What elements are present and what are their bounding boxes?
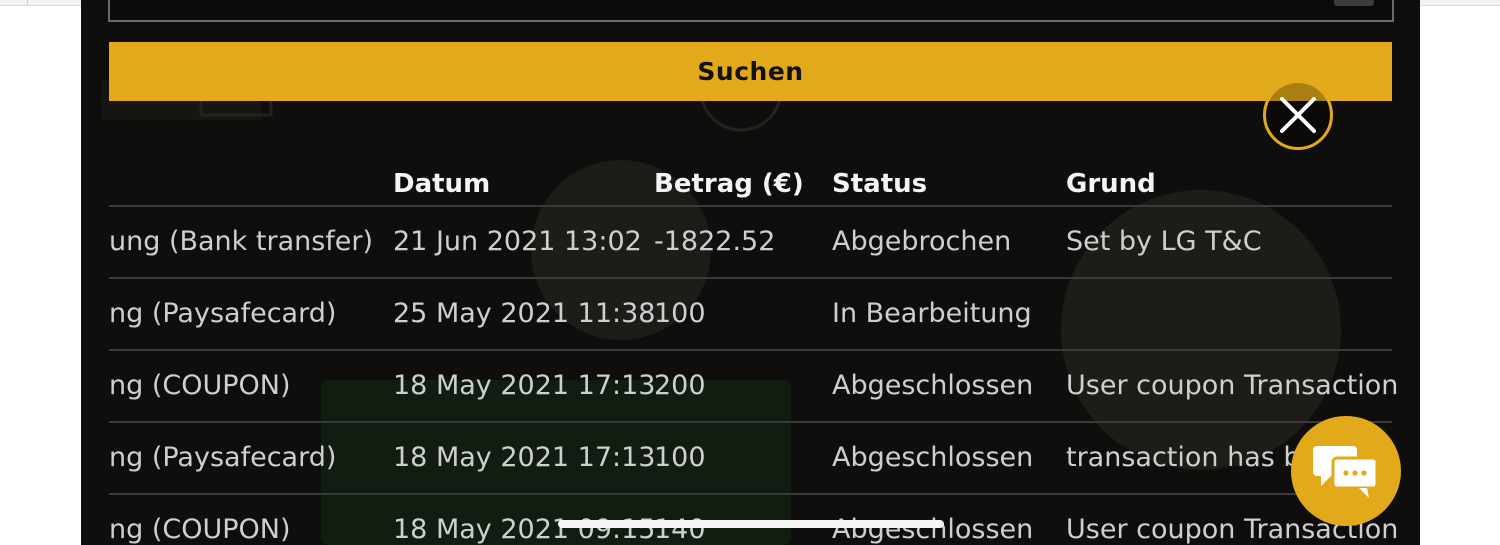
table-row[interactable]: ng (COUPON) 18 May 2021 17:13 200 Abgesc… bbox=[109, 351, 1398, 423]
cell-date: 18 May 2021 17:13 bbox=[393, 370, 656, 401]
cell-status: Abgeschlossen bbox=[832, 514, 1034, 545]
cell-date: 21 Jun 2021 13:02 bbox=[393, 226, 642, 257]
cell-status: Abgebrochen bbox=[832, 226, 1012, 257]
cell-amount: 100 bbox=[654, 298, 706, 329]
cell-date: 18 May 2021 17:13 bbox=[393, 442, 656, 473]
close-button[interactable] bbox=[1263, 80, 1333, 150]
cell-amount: 100 bbox=[654, 442, 706, 473]
cell-amount: 140 bbox=[654, 514, 706, 545]
cell-status: Abgeschlossen bbox=[832, 370, 1034, 401]
chat-icon bbox=[1313, 446, 1379, 498]
close-icon bbox=[1280, 97, 1316, 133]
cell-date: 18 May 2021 09:15 bbox=[393, 514, 656, 545]
transactions-table: Datum Betrag (€) Status Grund ung (Bank … bbox=[109, 165, 1398, 545]
cell-type: ng (COUPON) bbox=[109, 370, 291, 401]
cell-reason: User coupon Transaction bbox=[1066, 370, 1399, 401]
header-status[interactable]: Status bbox=[832, 169, 927, 199]
cell-reason: Set by LG T&C bbox=[1066, 226, 1262, 257]
home-indicator[interactable] bbox=[558, 520, 944, 528]
table-row[interactable]: ng (Paysafecard) 18 May 2021 17:13 100 A… bbox=[109, 423, 1392, 495]
cell-type: ng (Paysafecard) bbox=[109, 442, 337, 473]
cell-date: 25 May 2021 11:38 bbox=[393, 298, 656, 329]
header-reason[interactable]: Grund bbox=[1066, 169, 1156, 199]
search-field[interactable] bbox=[108, 0, 1394, 22]
search-button[interactable]: Suchen bbox=[109, 42, 1392, 101]
cell-amount: 200 bbox=[654, 370, 706, 401]
cell-type: ng (Paysafecard) bbox=[109, 298, 337, 329]
live-chat-button[interactable] bbox=[1291, 416, 1401, 526]
cell-status: Abgeschlossen bbox=[832, 442, 1034, 473]
table-row[interactable]: ng (Paysafecard) 25 May 2021 11:38 100 I… bbox=[109, 279, 1392, 351]
search-field-handle[interactable] bbox=[1334, 0, 1374, 6]
header-date[interactable]: Datum bbox=[393, 169, 490, 199]
cell-type: ung (Bank transfer) bbox=[109, 226, 374, 257]
table-header: Datum Betrag (€) Status Grund bbox=[109, 165, 1392, 207]
header-amount[interactable]: Betrag (€) bbox=[654, 169, 804, 199]
cell-status: In Bearbeitung bbox=[832, 298, 1032, 329]
transactions-modal: Suchen Datum Betrag (€) Status Grund ung… bbox=[81, 0, 1420, 545]
cell-reason: transaction has b bbox=[1066, 442, 1301, 473]
table-row[interactable]: ung (Bank transfer) 21 Jun 2021 13:02 -1… bbox=[109, 207, 1392, 279]
cell-amount: -1822.52 bbox=[654, 226, 776, 257]
cell-type: ng (COUPON) bbox=[109, 514, 291, 545]
